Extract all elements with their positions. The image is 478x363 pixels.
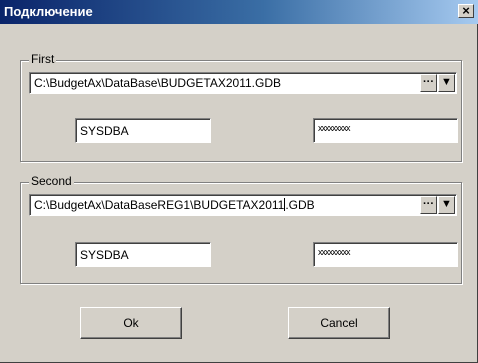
first-browse-button[interactable]: ··· — [420, 74, 437, 92]
connection-dialog: Подключение × First C:\BudgetAx\DataBase… — [0, 0, 478, 363]
ellipsis-icon: ··· — [423, 198, 434, 210]
first-database-path: C:\BudgetAx\DataBase\BUDGETAX2011.GDB — [34, 76, 282, 90]
first-user-value: SYSDBA — [80, 124, 129, 138]
second-database-path: C:\BudgetAx\DataBaseREG1\BUDGETAX2011.GD… — [34, 198, 315, 212]
first-dropdown-button[interactable]: ▼ — [438, 74, 455, 92]
second-group-label: Second — [29, 174, 74, 188]
second-browse-button[interactable]: ··· — [420, 196, 437, 214]
first-user-input[interactable]: SYSDBA — [75, 118, 211, 143]
title-bar[interactable]: Подключение × — [0, 0, 478, 24]
second-dropdown-button[interactable]: ▼ — [438, 196, 455, 214]
first-group-label: First — [29, 52, 57, 66]
second-user-value: SYSDBA — [80, 248, 129, 262]
window-title: Подключение — [4, 4, 93, 19]
close-icon: × — [462, 3, 470, 18]
second-path-before-caret: C:\BudgetAx\DataBaseREG1\BUDGETAX2011 — [34, 198, 285, 212]
chevron-down-icon: ▼ — [441, 198, 452, 210]
first-database-path-combo[interactable]: C:\BudgetAx\DataBase\BUDGETAX2011.GDB ··… — [29, 72, 457, 94]
ok-button[interactable]: Ok — [80, 307, 182, 339]
second-path-after-caret: .GDB — [285, 198, 315, 212]
chevron-down-icon: ▼ — [441, 76, 452, 88]
second-group: Second C:\BudgetAx\DataBaseREG1\BUDGETAX… — [20, 174, 462, 284]
ellipsis-icon: ··· — [423, 76, 434, 88]
second-password-input[interactable]: xxxxxxxxx — [313, 242, 458, 267]
cancel-button[interactable]: Cancel — [288, 307, 390, 339]
first-password-input[interactable]: xxxxxxxxx — [313, 118, 458, 143]
first-group: First C:\BudgetAx\DataBase\BUDGETAX2011.… — [20, 52, 462, 162]
second-password-value: xxxxxxxxx — [318, 247, 350, 257]
close-button[interactable]: × — [458, 4, 474, 18]
first-password-value: xxxxxxxxx — [318, 123, 350, 133]
second-user-input[interactable]: SYSDBA — [75, 242, 211, 267]
second-database-path-combo[interactable]: C:\BudgetAx\DataBaseREG1\BUDGETAX2011.GD… — [29, 194, 457, 216]
